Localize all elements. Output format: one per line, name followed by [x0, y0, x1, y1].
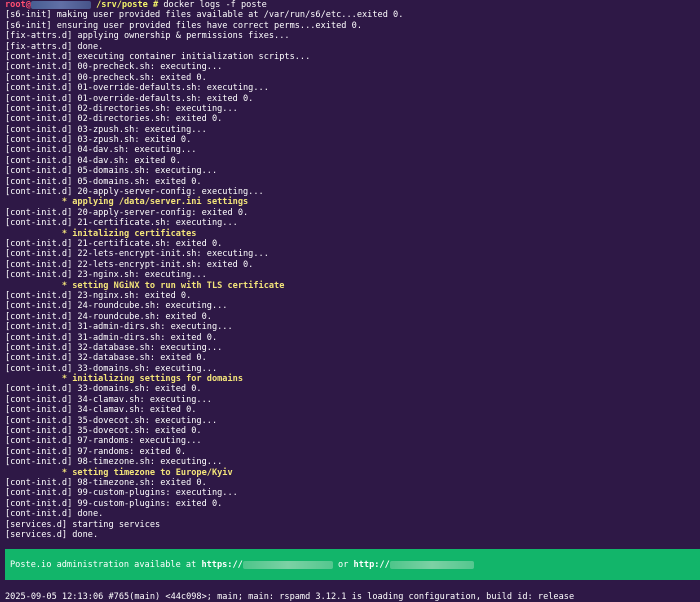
banner-http[interactable]: http:// — [354, 560, 390, 570]
log-highlight-line: * applying /data/server.ini settings — [5, 197, 249, 208]
prompt-hash: # — [153, 0, 159, 10]
log-line: [cont-init.d] 24-roundcube.sh: exited 0. — [5, 311, 212, 322]
log-line: [cont-init.d] 32-database.sh: exited 0. — [5, 353, 207, 364]
log-line: [cont-init.d] 97-randoms: exited 0. — [5, 446, 187, 457]
log-line: [cont-init.d] 99-custom-plugins: executi… — [5, 488, 238, 499]
log-line: [cont-init.d] 20-apply-server-config: ex… — [5, 207, 249, 218]
log-line: [cont-init.d] 03-zpush.sh: executing... — [5, 124, 207, 135]
log-line: [cont-init.d] 22-lets-encrypt-init.sh: e… — [5, 259, 254, 270]
log-line: [cont-init.d] 01-override-defaults.sh: e… — [5, 83, 269, 94]
log-line: [cont-init.d] 23-nginx.sh: executing... — [5, 270, 207, 281]
terminal-output: root@ /srv/poste # docker logs -f poste … — [5, 0, 700, 540]
log-line: [cont-init.d] 33-domains.sh: executing..… — [5, 363, 218, 374]
log-line: [cont-init.d] 33-domains.sh: exited 0. — [5, 384, 202, 395]
log-line: [cont-init.d] 04-dav.sh: exited 0. — [5, 155, 181, 166]
log-output: [s6-init] making user provided files ava… — [5, 10, 700, 540]
log-line: [cont-init.d] 21-certificate.sh: exited … — [5, 238, 223, 249]
log-line: [fix-attrs.d] applying ownership & permi… — [5, 31, 290, 42]
log-line: [cont-init.d] 98-timezone.sh: executing.… — [5, 457, 223, 468]
prompt-user: root@ — [5, 0, 31, 10]
log-line: [cont-init.d] 97-randoms: executing... — [5, 436, 202, 447]
log-line: [cont-init.d] 34-clamav.sh: executing... — [5, 394, 212, 405]
log-line: [cont-init.d] 35-dovecot.sh: exited 0. — [5, 426, 202, 437]
redacted-hostname — [30, 0, 91, 9]
log-line: [cont-init.d] 02-directories.sh: exited … — [5, 114, 223, 125]
log-line: [cont-init.d] 01-override-defaults.sh: e… — [5, 93, 254, 104]
log-highlight-line: * setting NGiNX to run with TLS certific… — [5, 280, 285, 291]
log-highlight-line: * initalizing certificates — [5, 228, 197, 239]
admin-url-banner: Poste.io administration available at htt… — [5, 549, 700, 580]
log-highlight-line: * setting timezone to Europe/Kyiv — [5, 467, 233, 478]
log-highlight-line: * initializing settings for domains — [5, 374, 243, 385]
banner-or: or — [332, 559, 354, 570]
log-line: [cont-init.d] 05-domains.sh: exited 0. — [5, 176, 202, 187]
banner-prefix: Poste.io administration available at — [10, 559, 202, 570]
log-line: [cont-init.d] done. — [5, 509, 104, 520]
log-line: [s6-init] ensuring user provided files h… — [5, 20, 362, 31]
log-line: [cont-init.d] 24-roundcube.sh: executing… — [5, 301, 228, 312]
log-line: [fix-attrs.d] done. — [5, 41, 104, 52]
log-line: [cont-init.d] 04-dav.sh: executing... — [5, 145, 197, 156]
log-line: [cont-init.d] 05-domains.sh: executing..… — [5, 166, 218, 177]
log-line: [cont-init.d] 23-nginx.sh: exited 0. — [5, 290, 192, 301]
log-line: [cont-init.d] 32-database.sh: executing.… — [5, 342, 223, 353]
log-line: [s6-init] making user provided files ava… — [5, 10, 404, 21]
log-line: [services.d] done. — [5, 529, 99, 540]
log-line: [cont-init.d] 03-zpush.sh: exited 0. — [5, 135, 192, 146]
log-line: [cont-init.d] 34-clamav.sh: exited 0. — [5, 405, 197, 416]
log-line: [cont-init.d] 31-admin-dirs.sh: exited 0… — [5, 332, 218, 343]
prompt-line: root@ /srv/poste # docker logs -f poste — [5, 0, 700, 10]
log-line: [cont-init.d] 35-dovecot.sh: executing..… — [5, 415, 218, 426]
log-line: [cont-init.d] 99-custom-plugins: exited … — [5, 498, 223, 509]
log-line: [services.d] starting services — [5, 519, 161, 530]
log-line: [cont-init.d] 00-precheck.sh: executing.… — [5, 62, 223, 73]
banner-https[interactable]: https:// — [201, 560, 242, 570]
log-line: [cont-init.d] 00-precheck.sh: exited 0. — [5, 72, 207, 83]
log-line: [cont-init.d] 21-certificate.sh: executi… — [5, 218, 238, 229]
prompt-path: /srv/poste — [96, 0, 148, 10]
log-line: [cont-init.d] 22-lets-encrypt-init.sh: e… — [5, 249, 269, 260]
log-line: [cont-init.d] executing container initia… — [5, 51, 311, 62]
log-line: [cont-init.d] 02-directories.sh: executi… — [5, 103, 238, 114]
log-line: [cont-init.d] 20-apply-server-config: ex… — [5, 187, 264, 198]
redacted-https-host — [242, 560, 333, 569]
log-line: [cont-init.d] 31-admin-dirs.sh: executin… — [5, 322, 233, 333]
redacted-http-host — [389, 560, 474, 569]
prompt-command: docker logs -f poste — [163, 0, 267, 10]
log-line: [cont-init.d] 98-timezone.sh: exited 0. — [5, 477, 207, 488]
